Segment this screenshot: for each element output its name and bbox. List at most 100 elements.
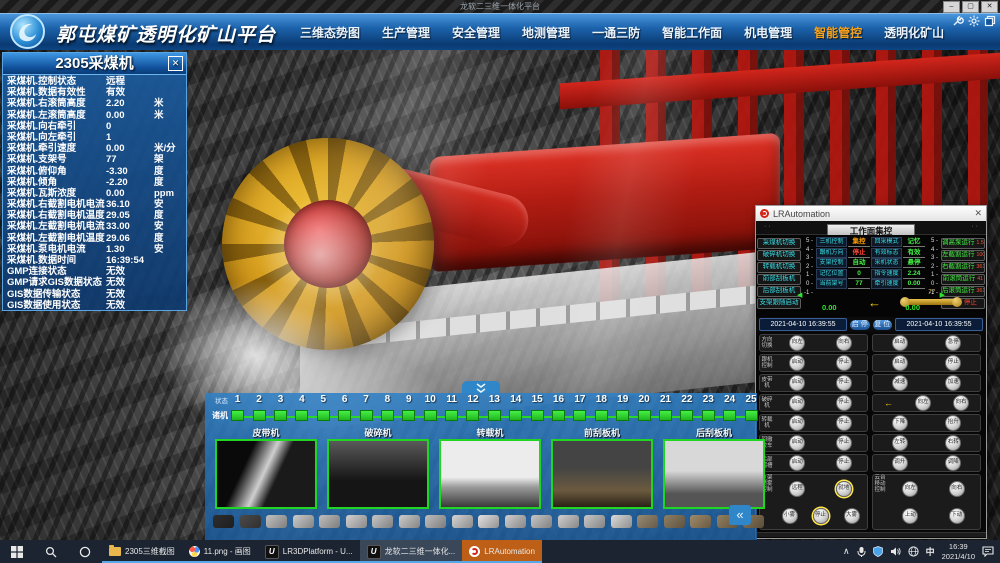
lr-left-button[interactable]: 破碎机切换 [757, 250, 801, 261]
round-button-调降[interactable]: 调降 [945, 455, 961, 471]
round-button-向右[interactable]: 向右 [836, 335, 852, 351]
round-button-急停[interactable]: 急停 [945, 335, 961, 351]
camera-thumbnail-皮带机[interactable] [215, 439, 317, 509]
round-button-减速[interactable]: 减速 [892, 375, 908, 391]
round-button-加速[interactable]: 加速 [945, 375, 961, 391]
support-status-square[interactable] [552, 410, 565, 421]
round-button-左转[interactable]: 左转 [892, 435, 908, 451]
tray-expand-icon[interactable]: ∧ [843, 546, 850, 557]
support-status-square[interactable] [445, 410, 458, 421]
support-status-square[interactable] [274, 410, 287, 421]
support-status-square[interactable] [466, 410, 479, 421]
usb-icon[interactable] [857, 546, 866, 557]
lr-left-button[interactable]: 后部刮板机 [757, 286, 801, 297]
lr-close-icon[interactable]: ✕ [974, 208, 982, 219]
support-status-square[interactable] [723, 410, 736, 421]
support-status-square[interactable] [680, 410, 693, 421]
nav-item-安全管理[interactable]: 安全管理 [452, 24, 500, 41]
support-status-square[interactable] [253, 410, 266, 421]
round-button-远程[interactable]: 远程 [789, 481, 805, 497]
support-status-square[interactable] [402, 410, 415, 421]
shield-icon[interactable] [873, 546, 883, 557]
camera-thumbnail-后刮板机[interactable] [663, 439, 765, 509]
round-button-启动[interactable]: 启动 [789, 395, 805, 411]
round-button-向左[interactable]: 向左 [789, 335, 805, 351]
strip-thumbnail[interactable] [664, 515, 685, 528]
round-button-停止[interactable]: 停止 [836, 355, 852, 371]
restore-icon[interactable] [984, 15, 996, 27]
support-status-square[interactable] [509, 410, 522, 421]
search-icon[interactable] [34, 540, 68, 563]
support-status-square[interactable] [595, 410, 608, 421]
taskbar-app[interactable]: 11.png - 画图 [182, 540, 258, 563]
round-button-停止[interactable]: 停止 [836, 455, 852, 471]
round-button-向右[interactable]: 向右 [949, 481, 965, 497]
lr-left-button[interactable]: 转载机切换 [757, 262, 801, 273]
volume-icon[interactable] [890, 546, 901, 557]
support-status-square[interactable] [231, 410, 244, 421]
support-status-square[interactable] [360, 410, 373, 421]
support-status-square[interactable] [381, 410, 394, 421]
camera-thumbnail-前刮板机[interactable] [551, 439, 653, 509]
round-button-启动[interactable]: 启动 [789, 435, 805, 451]
round-button-停止[interactable]: 停止 [836, 435, 852, 451]
strip-thumbnail[interactable] [425, 515, 446, 528]
more-chevron-icon[interactable]: « [729, 505, 751, 525]
strip-thumbnail[interactable] [531, 515, 552, 528]
round-button-停止[interactable]: 停止 [813, 508, 829, 524]
support-status-square[interactable] [531, 410, 544, 421]
start-stop-button[interactable]: 启 停 [850, 320, 870, 330]
round-button-停止[interactable]: 停止 [836, 415, 852, 431]
nav-item-地测管理[interactable]: 地测管理 [522, 24, 570, 41]
round-button-向左[interactable]: 向左 [902, 481, 918, 497]
strip-thumbnail[interactable] [372, 515, 393, 528]
lr-right-button[interactable]: 后滚筒运行 361 [941, 286, 985, 297]
round-button-向左[interactable]: 向左 [915, 395, 931, 411]
strip-thumbnail[interactable] [690, 515, 711, 528]
close-button[interactable]: ✕ [981, 1, 998, 13]
panel-close-icon[interactable]: ✕ [168, 56, 183, 71]
strip-thumbnail[interactable] [637, 515, 658, 528]
lr-right-button[interactable]: 右截割运行 361 [941, 262, 985, 273]
thumbnail-strip[interactable] [213, 515, 764, 528]
round-button-启动[interactable]: 启动 [789, 415, 805, 431]
support-status-square[interactable] [488, 410, 501, 421]
nav-item-透明化矿山[interactable]: 透明化矿山 [884, 24, 944, 41]
taskbar-app[interactable]: 2305三维截图 [102, 540, 182, 563]
start-button[interactable] [0, 540, 34, 563]
lr-right-button[interactable]: 调高泵运行 1.5 [941, 238, 985, 249]
round-button-停止[interactable]: 停止 [836, 395, 852, 411]
round-button-停止[interactable]: 停止 [945, 355, 961, 371]
support-status-square[interactable] [638, 410, 651, 421]
round-button-大雾[interactable]: 大雾 [844, 508, 860, 524]
round-button-下动[interactable]: 下动 [949, 508, 965, 524]
nav-item-生产管理[interactable]: 生产管理 [382, 24, 430, 41]
lr-right-button[interactable]: 左截割运行 100 [941, 250, 985, 261]
nav-item-一通三防[interactable]: 一通三防 [592, 24, 640, 41]
round-button-右转[interactable]: 右转 [945, 435, 961, 451]
round-button-启动[interactable]: 启动 [892, 355, 908, 371]
round-button-抬升[interactable]: 抬升 [945, 415, 961, 431]
round-button-停止[interactable]: 停止 [836, 375, 852, 391]
taskbar-app[interactable]: U龙软二三维一体化... [360, 540, 463, 563]
strip-thumbnail[interactable] [505, 515, 526, 528]
lr-right-button[interactable]: 前滚筒运行 41 [941, 274, 985, 285]
nav-item-智能工作面[interactable]: 智能工作面 [662, 24, 722, 41]
strip-thumbnail[interactable] [346, 515, 367, 528]
strip-thumbnail[interactable] [293, 515, 314, 528]
camera-thumbnail-破碎机[interactable] [327, 439, 429, 509]
maximize-button[interactable]: ▢ [962, 1, 979, 13]
lr-left-button[interactable]: 支架跟随启动 [757, 298, 801, 309]
wrench-icon[interactable] [952, 15, 964, 27]
strip-thumbnail[interactable] [213, 515, 234, 528]
nav-item-机电管理[interactable]: 机电管理 [744, 24, 792, 41]
strip-thumbnail[interactable] [399, 515, 420, 528]
camera-thumbnail-转载机[interactable] [439, 439, 541, 509]
strip-thumbnail[interactable] [558, 515, 579, 528]
support-status-square[interactable] [338, 410, 351, 421]
round-button-上动[interactable]: 上动 [902, 508, 918, 524]
round-button-启动[interactable]: 启动 [789, 355, 805, 371]
strip-thumbnail[interactable] [266, 515, 287, 528]
network-globe-icon[interactable] [908, 546, 919, 557]
round-button-小雾[interactable]: 小雾 [782, 508, 798, 524]
